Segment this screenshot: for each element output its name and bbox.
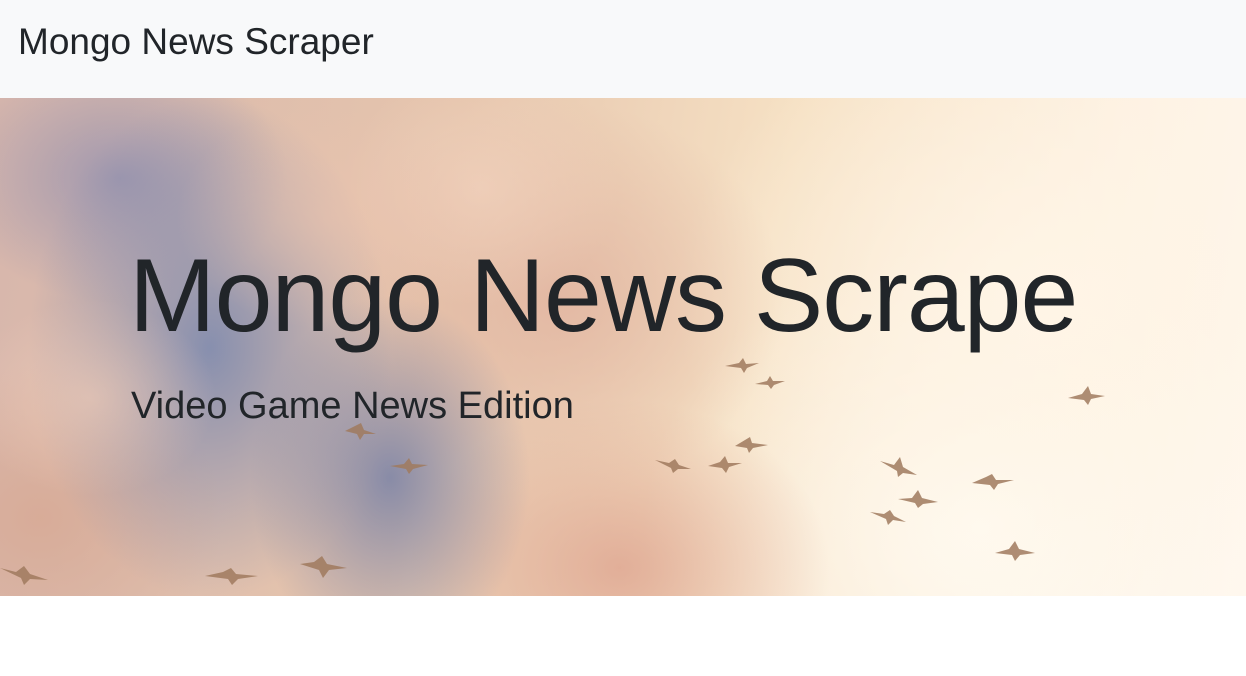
hero-title: Mongo News Scrape [129,238,1078,354]
hero-subtitle: Video Game News Edition [131,385,574,427]
navbar-brand[interactable]: Mongo News Scraper [18,18,374,66]
navbar: Mongo News Scraper [0,0,1246,98]
jumbotron: Mongo News Scrape Video Game News Editio… [0,98,1246,596]
